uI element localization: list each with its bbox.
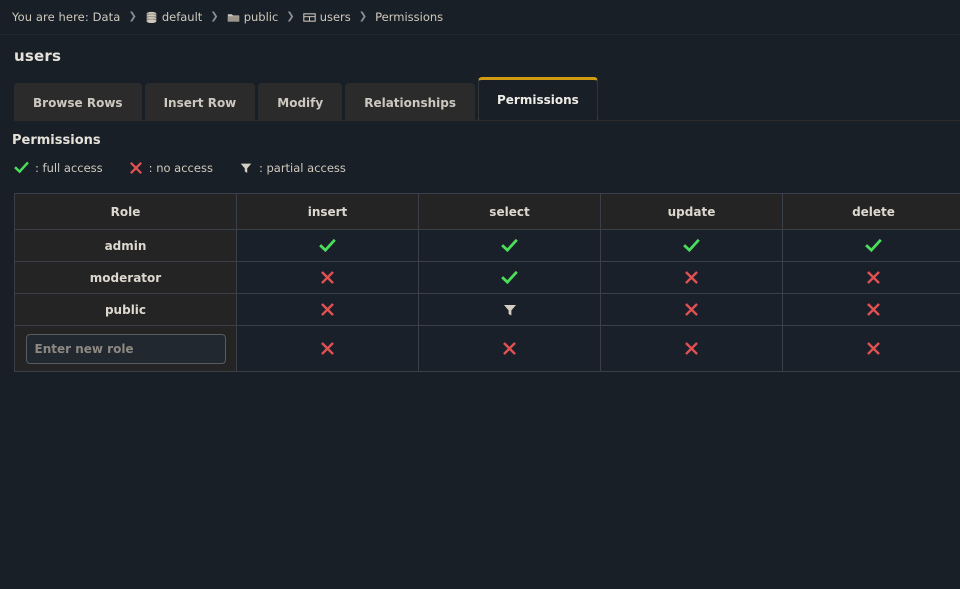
perm-cell-public-update[interactable] <box>601 294 783 326</box>
column-header-select: select <box>419 194 601 230</box>
breadcrumb-label-permissions: Permissions <box>375 10 443 24</box>
tab-insert-row[interactable]: Insert Row <box>145 83 256 121</box>
breadcrumb-separator: ❯ <box>286 12 294 22</box>
cross-icon <box>866 302 881 317</box>
breadcrumb-separator: ❯ <box>128 12 136 22</box>
permissions-table-body: admin <box>15 230 960 372</box>
breadcrumb-item-default[interactable]: default <box>145 10 202 24</box>
tab-relationships[interactable]: Relationships <box>345 83 475 121</box>
perm-cell-moderator-delete[interactable] <box>783 262 960 294</box>
tab-browse-rows[interactable]: Browse Rows <box>14 83 142 121</box>
cross-icon <box>866 270 881 285</box>
breadcrumb-separator: ❯ <box>210 12 218 22</box>
perm-cell-admin-select[interactable] <box>419 230 601 262</box>
column-header-role: Role <box>15 194 237 230</box>
breadcrumb-separator: ❯ <box>359 12 367 22</box>
legend-label-partial-access: : partial access <box>259 161 346 175</box>
table-row: admin <box>15 230 960 262</box>
check-icon <box>319 237 336 254</box>
table-icon <box>303 11 316 24</box>
legend-item-partial-access: : partial access <box>239 161 346 175</box>
column-header-insert: insert <box>237 194 419 230</box>
new-role-cell <box>15 326 237 372</box>
legend: : full access : no access : partial acce… <box>0 148 960 175</box>
page-title: users <box>0 35 960 65</box>
cross-icon <box>684 270 699 285</box>
breadcrumb-prefix: You are here: Data <box>12 10 120 24</box>
perm-cell-newrole-update[interactable] <box>601 326 783 372</box>
table-row: moderator <box>15 262 960 294</box>
perm-cell-public-insert[interactable] <box>237 294 419 326</box>
folder-icon <box>227 11 240 24</box>
breadcrumb-label-users: users <box>320 10 351 24</box>
breadcrumb-item-permissions: Permissions <box>375 10 443 24</box>
cross-icon <box>684 341 699 356</box>
perm-cell-newrole-select[interactable] <box>419 326 601 372</box>
section-title: Permissions <box>0 121 960 148</box>
role-label-admin: admin <box>15 230 237 262</box>
perm-cell-admin-insert[interactable] <box>237 230 419 262</box>
permissions-table-container: Role insert select update delete admin <box>0 193 960 372</box>
cross-icon <box>684 302 699 317</box>
cross-icon <box>320 302 335 317</box>
breadcrumb-label-default: default <box>162 10 202 24</box>
perm-cell-newrole-insert[interactable] <box>237 326 419 372</box>
check-icon <box>683 237 700 254</box>
legend-label-full-access: : full access <box>35 161 103 175</box>
breadcrumb-item-users[interactable]: users <box>303 10 351 24</box>
breadcrumb: You are here: Data ❯ default ❯ public ❯ <box>0 0 960 35</box>
cross-icon <box>320 270 335 285</box>
perm-cell-moderator-update[interactable] <box>601 262 783 294</box>
role-label-public: public <box>15 294 237 326</box>
legend-item-full-access: : full access <box>14 160 103 175</box>
perm-cell-moderator-insert[interactable] <box>237 262 419 294</box>
tab-bar-underline <box>14 120 960 121</box>
check-icon <box>14 160 29 175</box>
column-header-delete: delete <box>783 194 960 230</box>
funnel-icon <box>502 302 518 318</box>
check-icon <box>501 237 518 254</box>
table-row: public <box>15 294 960 326</box>
new-role-row <box>15 326 960 372</box>
perm-cell-moderator-select[interactable] <box>419 262 601 294</box>
breadcrumb-label-public: public <box>244 10 279 24</box>
breadcrumb-item-public[interactable]: public <box>227 10 279 24</box>
column-header-update: update <box>601 194 783 230</box>
database-icon <box>145 11 158 24</box>
new-role-input[interactable] <box>26 334 226 364</box>
perm-cell-admin-delete[interactable] <box>783 230 960 262</box>
tab-modify[interactable]: Modify <box>258 83 342 121</box>
perm-cell-newrole-delete[interactable] <box>783 326 960 372</box>
check-icon <box>865 237 882 254</box>
perm-cell-public-delete[interactable] <box>783 294 960 326</box>
legend-item-no-access: : no access <box>129 161 213 175</box>
cross-icon <box>866 341 881 356</box>
check-icon <box>501 269 518 286</box>
cross-icon <box>502 341 517 356</box>
perm-cell-admin-update[interactable] <box>601 230 783 262</box>
legend-label-no-access: : no access <box>149 161 213 175</box>
permissions-table: Role insert select update delete admin <box>14 193 960 372</box>
perm-cell-public-select[interactable] <box>419 294 601 326</box>
tab-permissions[interactable]: Permissions <box>478 77 598 121</box>
cross-icon <box>129 161 143 175</box>
table-header-row: Role insert select update delete <box>15 194 960 230</box>
tab-bar: Browse Rows Insert Row Modify Relationsh… <box>0 79 960 121</box>
cross-icon <box>320 341 335 356</box>
funnel-icon <box>239 161 253 175</box>
role-label-moderator: moderator <box>15 262 237 294</box>
